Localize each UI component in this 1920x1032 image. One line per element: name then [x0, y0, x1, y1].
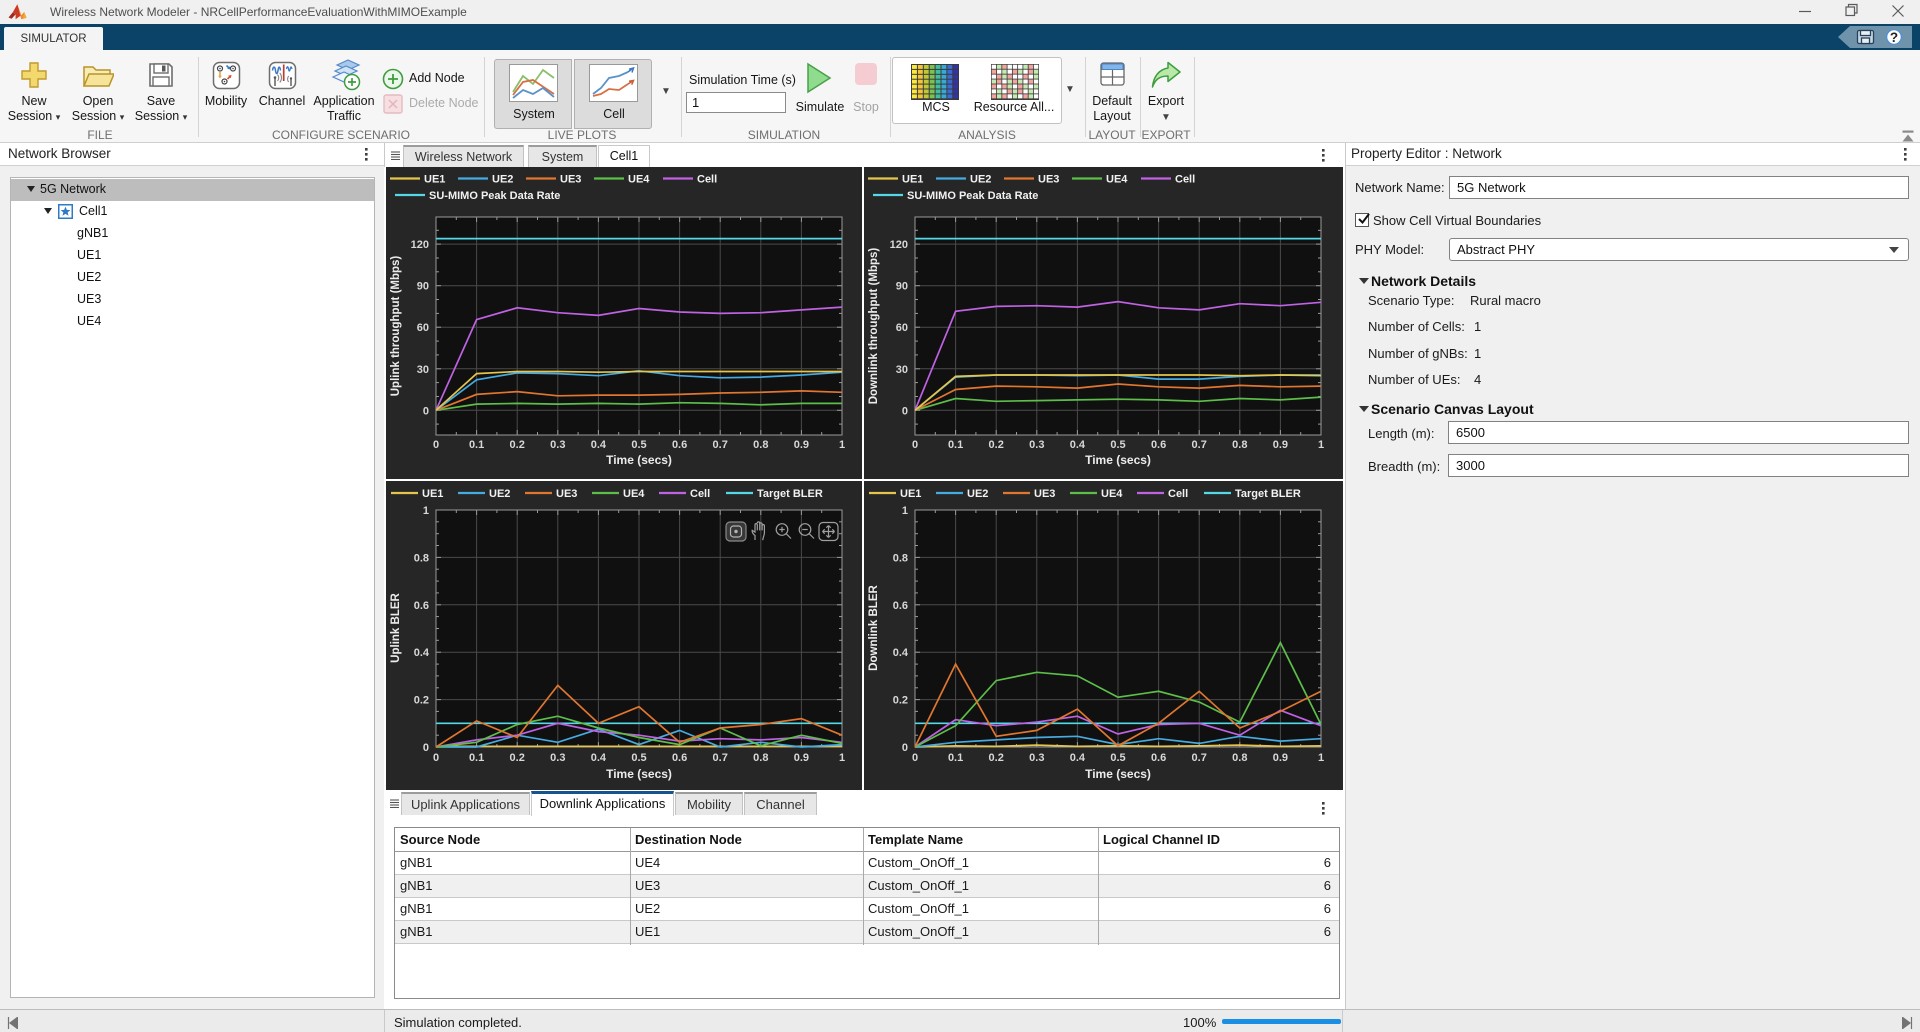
svg-text:Time (secs): Time (secs) [1085, 453, 1151, 467]
svg-text:UE1: UE1 [424, 174, 445, 186]
svg-text:Downlink BLER: Downlink BLER [868, 585, 880, 671]
svg-text:0: 0 [902, 742, 908, 754]
svg-text:0.6: 0.6 [1151, 439, 1166, 451]
svg-text:0.9: 0.9 [794, 752, 809, 764]
svg-text:0.7: 0.7 [1192, 439, 1207, 451]
svg-text:0.4: 0.4 [1070, 439, 1086, 451]
svg-text:0.8: 0.8 [1232, 439, 1247, 451]
svg-text:0.3: 0.3 [1029, 439, 1044, 451]
svg-text:UE1: UE1 [900, 488, 921, 500]
svg-text:0.1: 0.1 [948, 439, 963, 451]
svg-text:0.6: 0.6 [672, 752, 687, 764]
svg-text:0: 0 [902, 405, 908, 417]
svg-text:UE4: UE4 [1106, 174, 1128, 186]
svg-text:1: 1 [839, 439, 845, 451]
svg-text:0.2: 0.2 [989, 752, 1004, 764]
svg-text:0: 0 [433, 752, 439, 764]
svg-text:0: 0 [423, 405, 429, 417]
svg-text:UE1: UE1 [902, 174, 923, 186]
svg-text:0.5: 0.5 [631, 752, 646, 764]
svg-text:Time (secs): Time (secs) [606, 453, 672, 467]
svg-text:0.6: 0.6 [893, 600, 908, 612]
svg-text:0: 0 [423, 742, 429, 754]
svg-text:0: 0 [433, 439, 439, 451]
svg-text:0.8: 0.8 [414, 552, 429, 564]
svg-text:UE3: UE3 [560, 174, 581, 186]
svg-text:1: 1 [1318, 439, 1324, 451]
svg-text:0.5: 0.5 [1110, 752, 1125, 764]
svg-text:0.5: 0.5 [631, 439, 646, 451]
svg-text:60: 60 [896, 322, 908, 334]
svg-text:60: 60 [417, 322, 429, 334]
svg-text:120: 120 [411, 239, 429, 251]
svg-text:UE1: UE1 [422, 488, 443, 500]
svg-text:SU-MIMO Peak Data Rate: SU-MIMO Peak Data Rate [907, 190, 1038, 202]
svg-text:1: 1 [902, 505, 908, 517]
svg-text:Cell: Cell [697, 174, 717, 186]
svg-text:UE3: UE3 [1038, 174, 1059, 186]
svg-text:0.2: 0.2 [989, 439, 1004, 451]
svg-text:90: 90 [417, 281, 429, 293]
svg-text:90: 90 [896, 281, 908, 293]
svg-text:0.3: 0.3 [550, 752, 565, 764]
svg-text:0: 0 [912, 752, 918, 764]
svg-text:Downlink throughput (Mbps): Downlink throughput (Mbps) [868, 248, 880, 405]
svg-text:0.2: 0.2 [510, 752, 525, 764]
svg-text:UE3: UE3 [556, 488, 577, 500]
svg-text:UE2: UE2 [967, 488, 988, 500]
svg-text:0.7: 0.7 [713, 752, 728, 764]
svg-text:0.8: 0.8 [753, 752, 768, 764]
svg-text:UE2: UE2 [970, 174, 991, 186]
svg-text:Target BLER: Target BLER [1235, 488, 1301, 500]
svg-text:UE4: UE4 [628, 174, 650, 186]
svg-text:0.9: 0.9 [1273, 439, 1288, 451]
svg-text:0.4: 0.4 [591, 439, 607, 451]
svg-text:0.6: 0.6 [1151, 752, 1166, 764]
svg-text:Time (secs): Time (secs) [1085, 767, 1151, 781]
svg-text:UE2: UE2 [489, 488, 510, 500]
svg-text:Cell: Cell [1168, 488, 1188, 500]
svg-text:0: 0 [912, 439, 918, 451]
svg-text:Cell: Cell [690, 488, 710, 500]
svg-text:0.5: 0.5 [1110, 439, 1125, 451]
svg-text:UE2: UE2 [492, 174, 513, 186]
svg-text:UE4: UE4 [623, 488, 645, 500]
svg-text:Cell: Cell [1175, 174, 1195, 186]
svg-text:UE4: UE4 [1101, 488, 1123, 500]
svg-text:1: 1 [839, 752, 845, 764]
svg-text:Time (secs): Time (secs) [606, 767, 672, 781]
svg-text:1: 1 [1318, 752, 1324, 764]
svg-text:0.9: 0.9 [1273, 752, 1288, 764]
svg-text:0.3: 0.3 [1029, 752, 1044, 764]
svg-text:30: 30 [417, 364, 429, 376]
svg-text:?: ? [1890, 30, 1898, 45]
svg-text:0.3: 0.3 [550, 439, 565, 451]
svg-text:0.4: 0.4 [1070, 752, 1086, 764]
svg-text:0.2: 0.2 [510, 439, 525, 451]
svg-text:120: 120 [890, 239, 908, 251]
svg-text:0.4: 0.4 [414, 647, 430, 659]
svg-text:Target BLER: Target BLER [757, 488, 823, 500]
svg-text:0.7: 0.7 [713, 439, 728, 451]
svg-text:0.4: 0.4 [591, 752, 607, 764]
svg-text:0.8: 0.8 [1232, 752, 1247, 764]
svg-text:0.6: 0.6 [414, 600, 429, 612]
svg-text:0.8: 0.8 [893, 552, 908, 564]
svg-text:30: 30 [896, 364, 908, 376]
svg-text:0.9: 0.9 [794, 439, 809, 451]
svg-text:Uplink BLER: Uplink BLER [390, 592, 402, 662]
svg-text:Uplink throughput (Mbps): Uplink throughput (Mbps) [390, 256, 402, 397]
svg-text:SU-MIMO Peak Data Rate: SU-MIMO Peak Data Rate [429, 190, 560, 202]
svg-text:0.8: 0.8 [753, 439, 768, 451]
svg-text:0.6: 0.6 [672, 439, 687, 451]
svg-text:0.1: 0.1 [469, 439, 484, 451]
svg-text:UE3: UE3 [1034, 488, 1055, 500]
svg-text:0.7: 0.7 [1192, 752, 1207, 764]
svg-text:0.2: 0.2 [893, 695, 908, 707]
svg-text:1: 1 [423, 505, 429, 517]
svg-text:0.1: 0.1 [469, 752, 484, 764]
svg-text:0.1: 0.1 [948, 752, 963, 764]
svg-text:0.2: 0.2 [414, 695, 429, 707]
svg-text:0.4: 0.4 [893, 647, 909, 659]
